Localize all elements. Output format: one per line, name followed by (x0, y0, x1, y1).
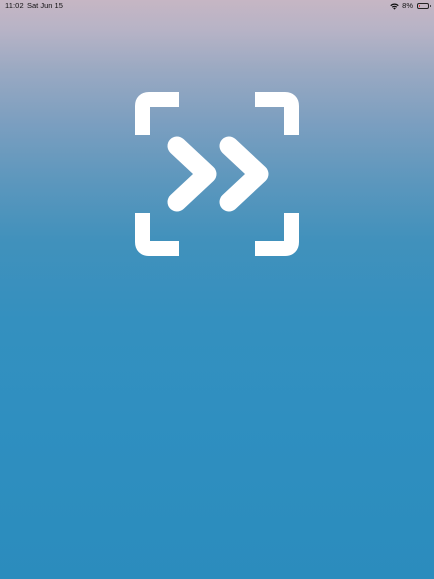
battery-icon (417, 3, 431, 9)
status-date: Sat Jun 15 (27, 1, 63, 10)
corner-bracket-top-left (135, 92, 179, 135)
corner-bracket-bottom-right (255, 213, 299, 256)
status-bar: 11:02 Sat Jun 15 8% (0, 0, 434, 14)
corner-bracket-bottom-left (135, 213, 179, 256)
chevron-right-second-icon (219, 136, 269, 212)
battery-level-fill (419, 5, 420, 7)
corner-bracket-top-right (255, 92, 299, 135)
wifi-icon (390, 3, 399, 10)
chevron-right-first-icon (167, 136, 217, 212)
status-time: 11:02 (5, 1, 24, 10)
status-indicators: 8% (390, 0, 431, 12)
fast-forward-scan-logo (135, 92, 299, 256)
battery-percent: 8% (402, 1, 413, 10)
